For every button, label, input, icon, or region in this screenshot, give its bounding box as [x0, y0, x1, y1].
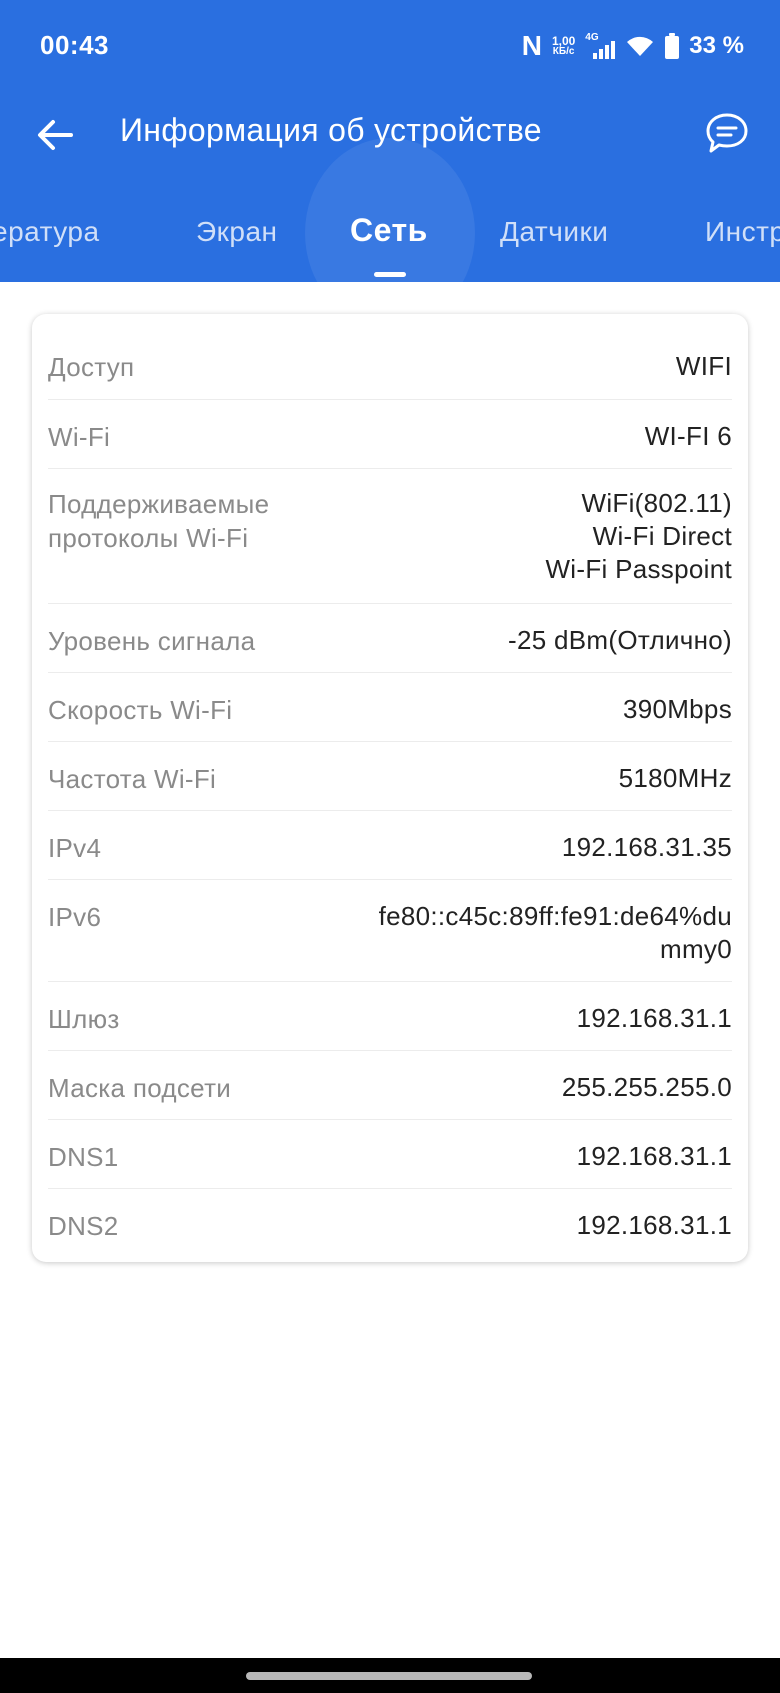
- info-row-protocols: Поддерживаемые протоколы Wi-Fi WiFi(802.…: [48, 469, 732, 604]
- status-bar: 00:43 N 1,00 КБ/с 4G 33 %: [0, 0, 780, 92]
- network-info-card: Доступ WIFI Wi-Fi WI-FI 6 Поддерживаемые…: [32, 314, 748, 1262]
- info-row-dns2: DNS2 192.168.31.1: [48, 1189, 732, 1262]
- info-value: 192.168.31.1: [577, 1209, 732, 1242]
- info-value-line: -25 dBm(Отлично): [508, 625, 732, 655]
- info-label: IPv6: [48, 902, 102, 932]
- info-value-line: 192.168.31.1: [576, 1003, 732, 1033]
- info-row-gateway: Шлюз 192.168.31.1: [48, 982, 732, 1051]
- info-value: WiFi(802.11) Wi-Fi Direct Wi-Fi Passpoin…: [545, 487, 732, 586]
- info-value-line: fe80::c45c:89ff:fe91:de64%du: [378, 901, 732, 931]
- info-label: DNS2: [48, 1211, 119, 1241]
- tab-screen[interactable]: Экран: [196, 216, 277, 248]
- info-label: Доступ: [48, 352, 135, 382]
- network-speed-unit: КБ/с: [552, 46, 575, 57]
- tab-tools[interactable]: Инстр: [705, 216, 780, 248]
- cellular-signal-icon: 4G: [585, 33, 616, 59]
- info-label: IPv4: [48, 833, 102, 863]
- feedback-button[interactable]: [700, 106, 754, 160]
- info-value-line: 192.168.31.35: [561, 832, 732, 862]
- status-icons: N 1,00 КБ/с 4G 33 %: [522, 26, 744, 66]
- info-value-line: Wi-Fi Direct: [592, 521, 732, 551]
- info-value-line: 192.168.31.1: [576, 1141, 732, 1171]
- status-time: 00:43: [40, 30, 109, 60]
- info-value: 255.255.255.0: [562, 1071, 732, 1104]
- info-value: 192.168.31.35: [562, 831, 732, 864]
- network-speed-icon: 1,00 КБ/с: [552, 35, 575, 57]
- info-value-line: 5180MHz: [618, 763, 732, 793]
- info-value-line: 390Mbps: [622, 694, 732, 724]
- tab-sensors[interactable]: Датчики: [500, 216, 608, 248]
- info-row-wifi-frequency: Частота Wi-Fi 5180MHz: [48, 742, 732, 811]
- info-label: Wi-Fi: [48, 422, 111, 452]
- category-tabs: ература Экран Сеть Датчики Инстр: [0, 138, 780, 282]
- battery-percent: 33 %: [689, 32, 744, 59]
- info-value-line: WIFI: [675, 351, 732, 381]
- nfc-icon: N: [521, 30, 542, 61]
- info-value: 192.168.31.1: [577, 1140, 732, 1173]
- info-value: -25 dBm(Отлично): [508, 624, 732, 657]
- info-value: WI-FI 6: [645, 420, 732, 453]
- info-value: 192.168.31.1: [577, 1002, 732, 1035]
- info-label: Шлюз: [48, 1004, 120, 1034]
- arrow-left-icon: [38, 120, 73, 150]
- info-value: WIFI: [676, 350, 732, 383]
- tab-temperature[interactable]: ература: [0, 216, 100, 248]
- system-nav-bar: [0, 1658, 780, 1693]
- info-value-line: mmy0: [660, 934, 732, 964]
- tab-network[interactable]: Сеть: [350, 212, 428, 249]
- info-value: 5180MHz: [619, 762, 732, 795]
- info-value-line: 192.168.31.1: [576, 1210, 732, 1240]
- battery-icon: [665, 33, 680, 59]
- wifi-icon: [625, 34, 655, 58]
- info-value: 390Mbps: [623, 693, 732, 726]
- info-row-access: Доступ WIFI: [48, 314, 732, 400]
- info-value-line: Wi-Fi Passpoint: [545, 554, 732, 584]
- active-tab-indicator: [374, 272, 406, 277]
- info-label: Уровень сигнала: [48, 626, 256, 656]
- info-row-ipv6: IPv6 fe80::c45c:89ff:fe91:de64%du mmy0: [48, 880, 732, 982]
- app-header: 00:43 N 1,00 КБ/с 4G 33 % Информация об …: [0, 0, 780, 282]
- info-label: Частота Wi-Fi: [48, 764, 217, 794]
- info-value: fe80::c45c:89ff:fe91:de64%du mmy0: [379, 900, 732, 966]
- back-button[interactable]: [28, 108, 82, 162]
- info-value-line: 255.255.255.0: [561, 1072, 732, 1102]
- info-label: DNS1: [48, 1142, 119, 1172]
- info-row-wifi-speed: Скорость Wi-Fi 390Mbps: [48, 673, 732, 742]
- info-row-subnet-mask: Маска подсети 255.255.255.0: [48, 1051, 732, 1120]
- info-label: Поддерживаемые протоколы Wi-Fi: [48, 489, 270, 553]
- page-title: Информация об устройстве: [120, 112, 542, 148]
- info-value-line: WI-FI 6: [644, 421, 732, 451]
- info-row-signal-level: Уровень сигнала -25 dBm(Отлично): [48, 604, 732, 673]
- chat-bubble-icon: [706, 113, 748, 153]
- info-row-dns1: DNS1 192.168.31.1: [48, 1120, 732, 1189]
- home-indicator[interactable]: [246, 1672, 532, 1680]
- info-label: Маска подсети: [48, 1073, 232, 1103]
- info-value-line: WiFi(802.11): [581, 488, 732, 518]
- info-row-wifi: Wi-Fi WI-FI 6: [48, 400, 732, 469]
- info-label: Скорость Wi-Fi: [48, 695, 233, 725]
- info-row-ipv4: IPv4 192.168.31.35: [48, 811, 732, 880]
